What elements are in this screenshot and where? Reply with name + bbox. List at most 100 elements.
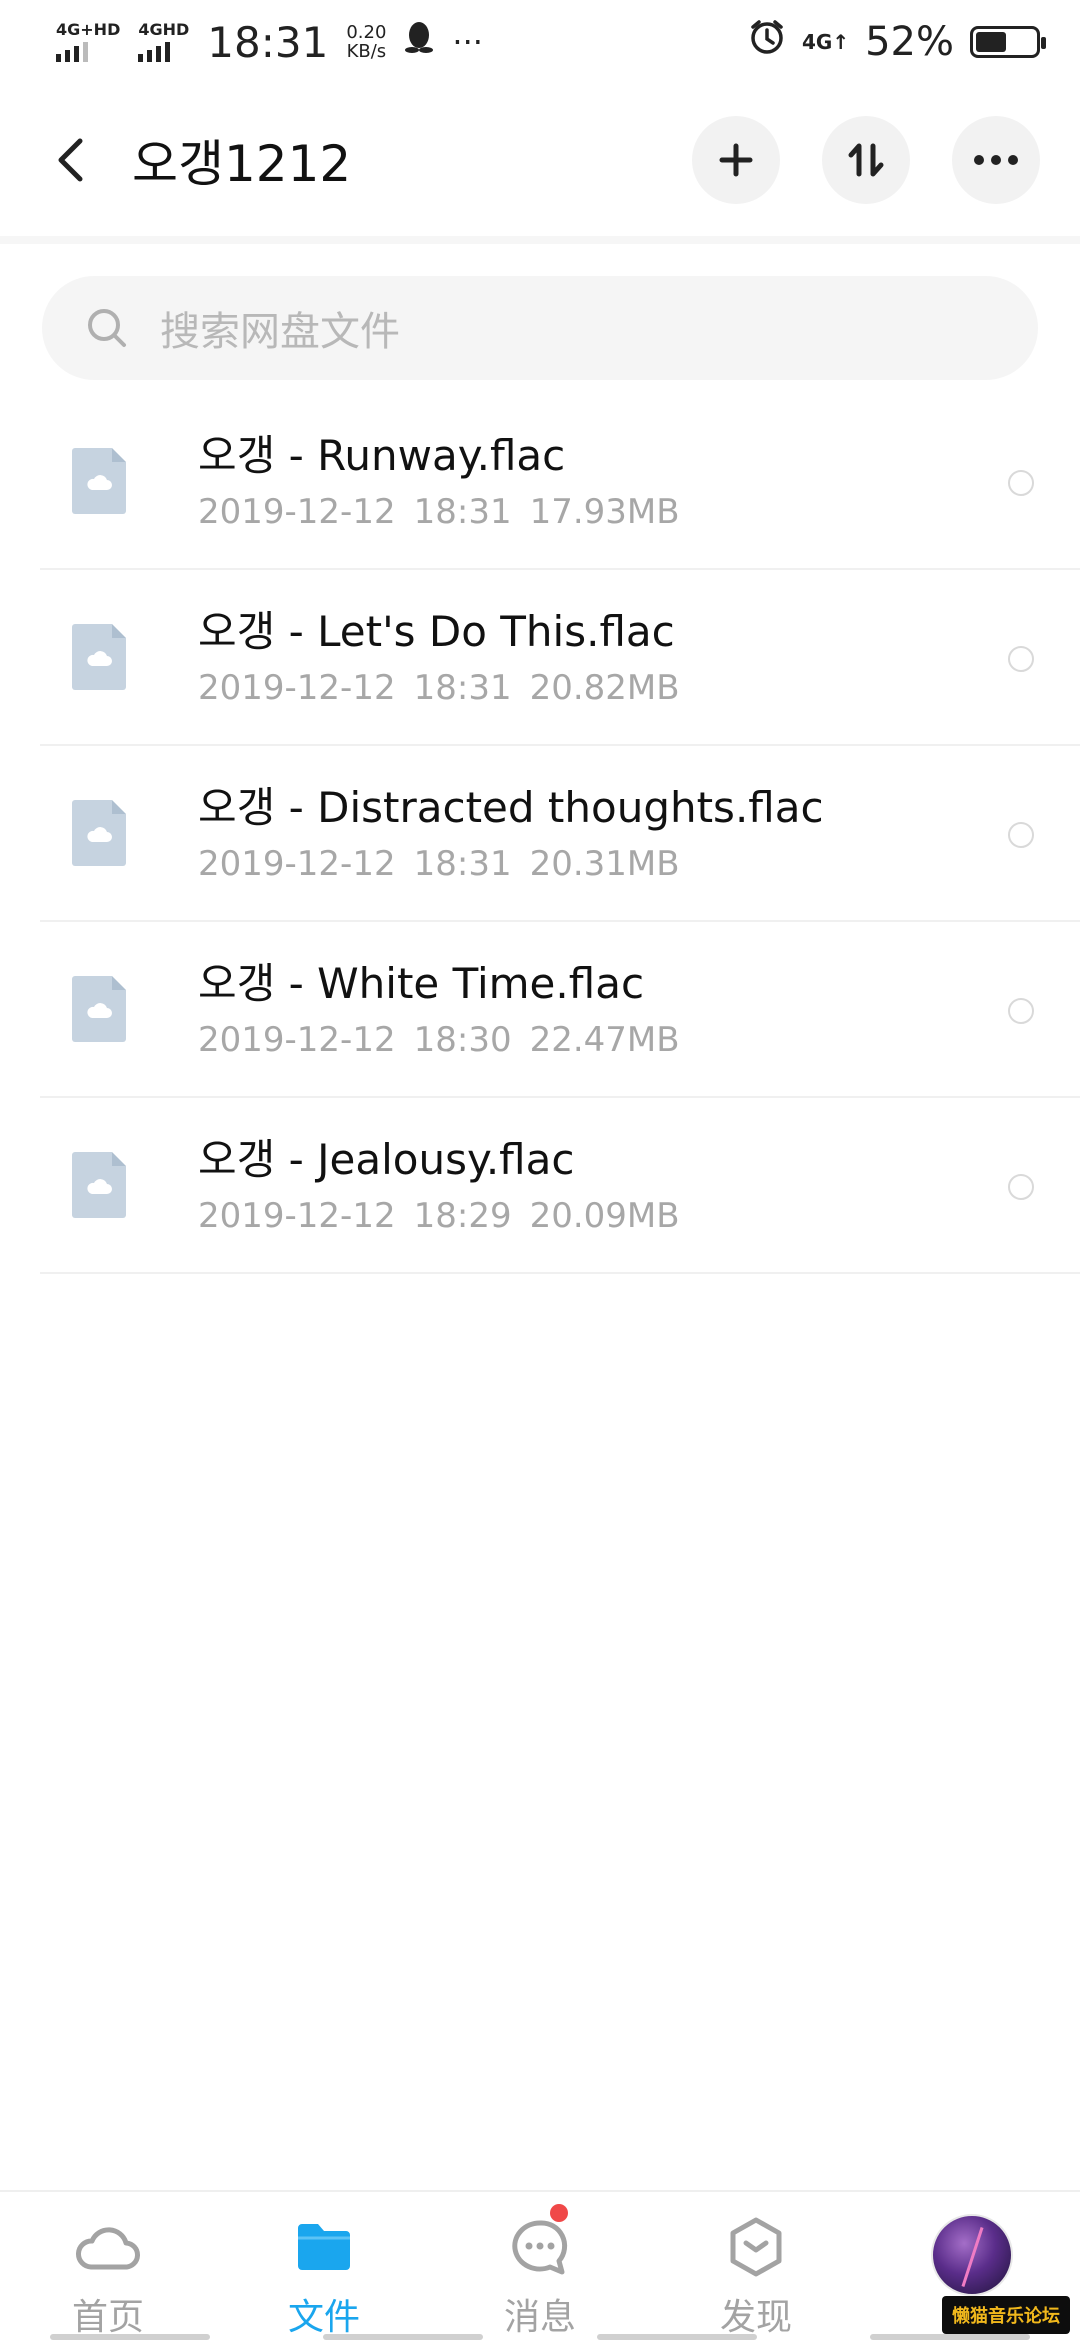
cloud-icon [87, 651, 112, 666]
header-actions [692, 116, 1040, 204]
status-more: ··· [452, 23, 483, 61]
file-list: 오갱 - Runway.flac 2019-12-12 18:31 17.93MB … [0, 394, 1080, 1274]
cloud-icon [73, 2214, 143, 2280]
more-button[interactable] [952, 116, 1040, 204]
status-bar: 4G+HD 4GHD 18:31 0.20 KB/s ··· 4G↑ 52% [0, 0, 1080, 84]
chevron-left-icon [58, 138, 83, 182]
file-meta: 2019-12-12 18:30 22.47MB [198, 1020, 680, 1060]
nav-label-home: 首页 [71, 2297, 144, 2338]
net-speed: 0.20 KB/s [346, 23, 386, 61]
status-left: 4G+HD 4GHD 18:31 0.20 KB/s ··· [56, 18, 483, 67]
file-row[interactable]: 오갱 - White Time.flac 2019-12-12 18:30 22.4… [40, 922, 1080, 1098]
file-text: 오갱 - Distracted thoughts.flac 2019-12-12… [198, 782, 824, 884]
nav-item-home[interactable]: 首页 [0, 2192, 216, 2340]
sim2-label: 4GHD [138, 20, 190, 39]
avatar[interactable] [931, 2214, 1013, 2296]
file-size: 20.82MB [529, 668, 680, 708]
file-size: 22.47MB [529, 1020, 680, 1060]
add-icon [719, 143, 753, 177]
file-icon [72, 976, 126, 1042]
file-name: 오갱 - Jealousy.flac [198, 1135, 575, 1184]
status-right: 4G↑ 52% [748, 18, 1046, 66]
file-meta: 2019-12-12 18:31 20.31MB [198, 844, 824, 884]
file-time: 18:31 [413, 844, 512, 884]
cloud-icon [87, 827, 112, 842]
file-row[interactable]: 오갱 - Distracted thoughts.flac 2019-12-12… [40, 746, 1080, 922]
folder-icon [289, 2214, 359, 2280]
search-placeholder: 搜索网盘文件 [160, 309, 400, 355]
search-icon [88, 309, 126, 347]
add-button[interactable] [692, 116, 780, 204]
file-icon [72, 800, 126, 866]
more-icon [974, 155, 1018, 165]
file-name: 오갱 - White Time.flac [198, 959, 645, 1008]
page-title: 오갱1212 [132, 135, 352, 193]
sim1-signal: 4G+HD [56, 22, 120, 62]
file-row[interactable]: 오갱 - Runway.flac 2019-12-12 18:31 17.93MB [40, 394, 1080, 570]
watermark: 懒猫音乐论坛 [942, 2296, 1070, 2334]
back-button[interactable] [48, 130, 92, 190]
chat-bubble-icon [505, 2214, 575, 2280]
cloud-icon [87, 1179, 112, 1194]
alarm-icon [748, 18, 786, 66]
nav-label-discover: 发现 [719, 2297, 792, 2338]
sim1-label: 4G+HD [56, 20, 121, 39]
discover-icon [721, 2214, 791, 2280]
file-date: 2019-12-12 [198, 1196, 396, 1236]
bottom-nav: 首页 文件 消息 发现 懒猫音乐论坛 [0, 2190, 1080, 2340]
header: 오갱1212 [0, 84, 1080, 244]
status-time: 18:31 [207, 17, 329, 67]
data-label: 4G↑ [802, 30, 850, 54]
sim2-signal: 4GHD [138, 22, 189, 62]
file-name: 오갱 - Let's Do This.flac [198, 607, 675, 656]
battery-icon [970, 26, 1046, 58]
file-meta: 2019-12-12 18:31 20.82MB [198, 668, 680, 708]
cloud-icon [87, 1003, 112, 1018]
select-checkbox[interactable] [1008, 998, 1034, 1024]
file-time: 18:30 [413, 1020, 512, 1060]
signal-icon [138, 42, 171, 62]
battery-fill [976, 32, 1007, 52]
unread-badge [550, 2204, 568, 2222]
select-checkbox[interactable] [1008, 470, 1034, 496]
file-time: 18:31 [413, 668, 512, 708]
select-checkbox[interactable] [1008, 1174, 1034, 1200]
file-icon [72, 448, 126, 514]
nav-label-messages: 消息 [503, 2297, 576, 2338]
file-row[interactable]: 오갱 - Jealousy.flac 2019-12-12 18:29 20.09M… [40, 1098, 1080, 1274]
file-text: 오갱 - Runway.flac 2019-12-12 18:31 17.93MB [198, 430, 680, 532]
file-date: 2019-12-12 [198, 668, 396, 708]
file-size: 17.93MB [529, 492, 680, 532]
qq-icon [404, 19, 434, 65]
file-time: 18:29 [413, 1196, 512, 1236]
file-date: 2019-12-12 [198, 492, 396, 532]
nav-item-messages[interactable]: 消息 [432, 2192, 648, 2340]
signal-icon [56, 42, 88, 62]
select-checkbox[interactable] [1008, 822, 1034, 848]
nav-item-discover[interactable]: 发现 [648, 2192, 864, 2340]
file-date: 2019-12-12 [198, 844, 396, 884]
file-text: 오갱 - White Time.flac 2019-12-12 18:30 22.4… [198, 958, 680, 1060]
file-icon [72, 624, 126, 690]
nav-item-files[interactable]: 文件 [216, 2192, 432, 2340]
cloud-icon [87, 475, 112, 490]
net-speed-unit: KB/s [346, 41, 387, 62]
sort-button[interactable] [822, 116, 910, 204]
file-row[interactable]: 오갱 - Let's Do This.flac 2019-12-12 18:31 2… [40, 570, 1080, 746]
file-time: 18:31 [413, 492, 512, 532]
file-date: 2019-12-12 [198, 1020, 396, 1060]
file-text: 오갱 - Let's Do This.flac 2019-12-12 18:31 2… [198, 606, 680, 708]
file-meta: 2019-12-12 18:29 20.09MB [198, 1196, 680, 1236]
battery-percent: 52% [865, 19, 954, 65]
file-icon [72, 1152, 126, 1218]
sort-icon [848, 143, 884, 177]
file-meta: 2019-12-12 18:31 17.93MB [198, 492, 680, 532]
file-name: 오갱 - Runway.flac [198, 431, 566, 480]
net-speed-value: 0.20 [346, 22, 387, 43]
file-text: 오갱 - Jealousy.flac 2019-12-12 18:29 20.09M… [198, 1134, 680, 1236]
nav-label-files: 文件 [287, 2297, 360, 2338]
file-size: 20.31MB [529, 844, 680, 884]
file-size: 20.09MB [529, 1196, 680, 1236]
select-checkbox[interactable] [1008, 646, 1034, 672]
search-input[interactable]: 搜索网盘文件 [42, 276, 1038, 380]
